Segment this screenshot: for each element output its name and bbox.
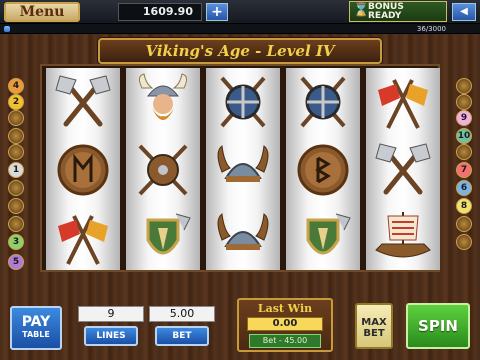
right-knot-icon [456,78,472,94]
symbol-crossed-axes-icon [368,138,438,202]
max-bet-line-1: MAX [361,317,387,328]
left-knot-icon [8,216,24,232]
bonus-ready-button[interactable]: ⌛ BONUS READY [349,1,447,22]
symbol-green-shield-axe-icon [128,206,198,270]
symbol-round-shield-icon [288,70,358,134]
symbol-flag-weapons-icon [48,206,118,270]
spin-button[interactable]: SPIN [406,303,470,349]
reel-frame [40,64,440,272]
right-line-marker-9: 9 [456,110,472,126]
max-bet-button[interactable]: MAX BET [355,303,393,349]
left-knot-icon [8,128,24,144]
bonus-line-2: READY [368,11,402,21]
reel-2 [126,68,200,270]
left-knot-icon [8,110,24,126]
right-line-marker-10: 10 [456,128,472,144]
last-win-value: 0.00 [247,317,323,331]
right-knot-icon [456,234,472,250]
bet-value: 5.00 [149,306,215,322]
reel-5 [366,68,440,270]
symbol-shield-axes-icon [128,138,198,202]
left-line-marker-4: 4 [8,78,24,94]
lines-button[interactable]: LINES [84,326,138,346]
left-knot-icon [8,180,24,196]
paytable-label-small: TABLE [22,330,50,339]
total-bet-display: Bet - 45.00 [249,334,321,348]
xp-bar: 36/3000 [0,24,480,34]
reel-1 [46,68,120,270]
symbol-rune-shield-icon [48,138,118,202]
right-knot-icon [456,94,472,110]
symbol-crossed-axes-icon [48,70,118,134]
symbol-viking-ship-icon [368,206,438,270]
max-bet-line-2: BET [363,328,385,339]
balance-display: 1609.90 [118,3,202,21]
symbol-green-shield-axe-icon [288,206,358,270]
left-knot-icon [8,198,24,214]
symbol-viking-face-icon [128,70,198,134]
symbol-round-shield-icon [208,70,278,134]
reel-3 [206,68,280,270]
left-line-marker-1: 1 [8,162,24,178]
left-line-marker-3: 3 [8,234,24,250]
paytable-label-big: PAY [21,314,51,330]
top-bar: Menu 1609.90 + ⌛ BONUS READY ◀ [0,0,480,24]
last-win-label: Last Win [257,302,313,315]
hourglass-icon: ⌛ [353,3,370,18]
lines-value: 9 [78,306,144,322]
left-line-marker-2: 2 [8,94,24,110]
right-line-marker-7: 7 [456,162,472,178]
paytable-button[interactable]: PAY TABLE [10,306,62,350]
right-knot-icon [456,216,472,232]
last-win-panel: Last Win 0.00 Bet - 45.00 [237,298,333,352]
xp-text: 36/3000 [416,25,446,33]
menu-button[interactable]: Menu [4,2,80,22]
left-knot-icon [8,144,24,160]
reel-4 [286,68,360,270]
symbol-horned-helmet-icon [208,138,278,202]
symbol-rune-shield-icon [288,138,358,202]
left-line-marker-5: 5 [8,254,24,270]
right-line-marker-8: 8 [456,198,472,214]
symbol-flag-weapons-icon [368,70,438,134]
sound-icon[interactable]: ◀ [452,3,476,21]
xp-fill [4,26,10,32]
right-line-marker-6: 6 [456,180,472,196]
bet-button[interactable]: BET [155,326,209,346]
right-knot-icon [456,144,472,160]
add-credits-button[interactable]: + [206,3,228,21]
level-title: Viking's Age - Level IV [98,38,382,64]
symbol-horned-helmet-icon [208,206,278,270]
